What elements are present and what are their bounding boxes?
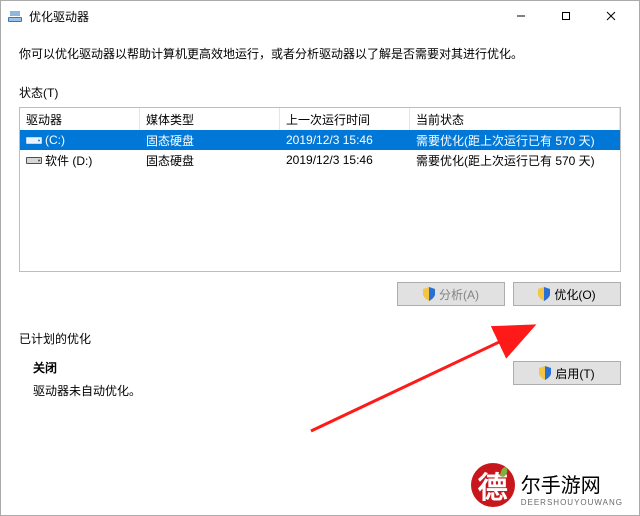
analyze-label: 分析(A) (439, 286, 479, 303)
disk-icon (26, 134, 42, 146)
drive-status: 需要优化(距上次运行已有 570 天) (410, 150, 620, 170)
shield-icon (539, 366, 551, 380)
window-frame: 优化驱动器 你可以优化驱动器以帮助计算机更高效地运行，或者分析驱动器以了解是否需… (0, 0, 640, 516)
status-label: 状态(T) (19, 84, 621, 101)
column-status[interactable]: 当前状态 (410, 108, 620, 130)
watermark-logo: 德 尔手游网 DEERSHOUYOUWANG (471, 463, 623, 507)
column-last[interactable]: 上一次运行时间 (280, 108, 410, 130)
drive-status: 需要优化(距上次运行已有 570 天) (410, 130, 620, 150)
column-drive[interactable]: 驱动器 (20, 108, 140, 130)
app-icon (7, 8, 23, 24)
shield-icon (538, 287, 550, 301)
drive-last: 2019/12/3 15:46 (280, 150, 410, 170)
optimize-label: 优化(O) (554, 286, 595, 303)
drive-list-header: 驱动器 媒体类型 上一次运行时间 当前状态 (20, 108, 620, 130)
window-title: 优化驱动器 (29, 8, 89, 25)
drive-name: (C:) (45, 133, 65, 147)
shield-icon (423, 287, 435, 301)
description-text: 你可以优化驱动器以帮助计算机更高效地运行，或者分析驱动器以了解是否需要对其进行优… (19, 45, 621, 62)
drive-row[interactable]: (C:) 固态硬盘 2019/12/3 15:46 需要优化(距上次运行已有 5… (20, 130, 620, 150)
optimize-button[interactable]: 优化(O) (513, 282, 621, 306)
watermark-badge: 德 (471, 463, 515, 507)
schedule-off: 关闭 (33, 359, 513, 376)
watermark-main: 尔手游网 (521, 469, 601, 498)
drive-media: 固态硬盘 (140, 130, 280, 150)
analyze-button: 分析(A) (397, 282, 505, 306)
schedule-text: 关闭 驱动器未自动优化。 (19, 359, 513, 399)
enable-button[interactable]: 启用(T) (513, 361, 621, 385)
content-area: 你可以优化驱动器以帮助计算机更高效地运行，或者分析驱动器以了解是否需要对其进行优… (1, 31, 639, 515)
close-button[interactable] (588, 2, 633, 30)
minimize-button[interactable] (498, 2, 543, 30)
watermark-text: 尔手游网 DEERSHOUYOUWANG (521, 469, 623, 507)
schedule-section-label: 已计划的优化 (19, 330, 621, 347)
drive-last: 2019/12/3 15:46 (280, 130, 410, 150)
disk-icon (26, 154, 42, 166)
action-button-row: 分析(A) 优化(O) (19, 282, 621, 306)
column-media[interactable]: 媒体类型 (140, 108, 280, 130)
drive-name: 软件 (D:) (45, 152, 92, 169)
drive-list: 驱动器 媒体类型 上一次运行时间 当前状态 (C:) 固态硬盘 2019/12/… (19, 107, 621, 272)
maximize-button[interactable] (543, 2, 588, 30)
titlebar: 优化驱动器 (1, 1, 639, 31)
schedule-body: 关闭 驱动器未自动优化。 启用(T) (19, 359, 621, 399)
schedule-note: 驱动器未自动优化。 (33, 382, 513, 399)
enable-label: 启用(T) (555, 365, 594, 382)
drive-row[interactable]: 软件 (D:) 固态硬盘 2019/12/3 15:46 需要优化(距上次运行已… (20, 150, 620, 170)
watermark-sub: DEERSHOUYOUWANG (521, 498, 623, 507)
drive-media: 固态硬盘 (140, 150, 280, 170)
